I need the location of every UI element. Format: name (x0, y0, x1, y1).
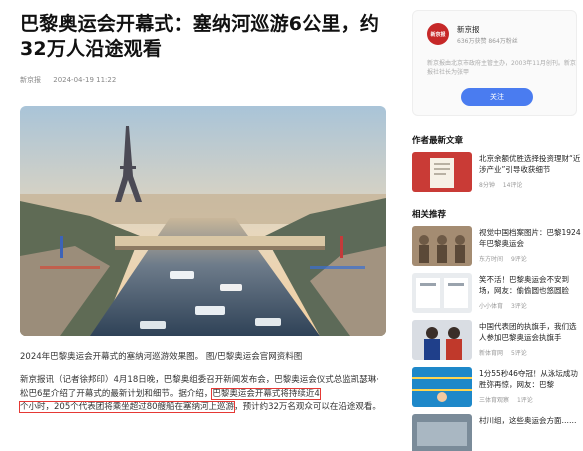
seine-parade-render (20, 106, 386, 336)
photo-thumbnail (412, 414, 472, 451)
follow-button[interactable]: 关注 (461, 88, 533, 106)
related-heading: 相关推荐 (412, 210, 447, 220)
article-meta: 新京报 2024-04-19 11:22 (20, 75, 126, 85)
related-source: 三体育观察 (479, 397, 510, 404)
article-title: 巴黎奥运会开幕式：塞纳河巡游6公里，约32万人沿途观看 (20, 13, 380, 60)
latest-article-item[interactable]: 北京余额优胜选择投资理财“近涉产业”引导收获细节 8分钟 14评论 (412, 152, 583, 192)
related-thumbnail (412, 273, 472, 313)
latest-article-comments: 14评论 (502, 182, 523, 189)
related-meta: 小小体育 3评论 (479, 301, 533, 310)
related-meta: 新体育网 5评论 (479, 348, 533, 357)
related-item[interactable]: 视觉中国档案图片：巴黎1924年巴黎奥运会 东方时间 9评论 (412, 226, 583, 266)
related-title[interactable]: 笑不活！巴黎奥运会不安到场，网友：偷偷圆也悠圆脸 (479, 274, 583, 296)
hero-image (20, 106, 386, 336)
related-title[interactable]: 中国代表团的执旗手，我们选人参加巴黎奥运会执旗手 (479, 321, 583, 343)
related-thumbnail (412, 226, 472, 266)
latest-article-meta: 8分钟 14评论 (479, 180, 528, 189)
article-date: 2024-04-19 11:22 (53, 76, 117, 84)
related-item[interactable]: 中国代表团的执旗手，我们选人参加巴黎奥运会执旗手 新体育网 5评论 (412, 320, 583, 360)
related-thumbnail (412, 367, 472, 407)
latest-articles-heading: 作者最新文章 (412, 136, 464, 146)
swimming-pool-thumbnail (412, 367, 472, 407)
related-thumbnail (412, 414, 472, 451)
related-thumbnail (412, 320, 472, 360)
screenshot-thumbnail (412, 273, 472, 313)
related-comments: 5评论 (510, 350, 527, 357)
related-source: 新体育网 (479, 350, 504, 357)
related-comments: 1评论 (516, 397, 533, 404)
para-text-before: 新京报讯（记者徐邦印）4月18日晚，巴黎奥组委召开新闻发布会，巴黎奥运会仪式总监… (20, 375, 379, 399)
athletes-thumbnail (412, 320, 472, 360)
related-title[interactable]: 村川组，这些奥运会方面…… (479, 415, 583, 437)
related-comments: 9评论 (510, 256, 527, 263)
author-name[interactable]: 新京报 (457, 24, 480, 35)
latest-article-title[interactable]: 北京余额优胜选择投资理财“近涉产业”引导收获细节 (479, 153, 583, 175)
related-source: 东方时间 (479, 256, 504, 263)
related-meta: 东方时间 9评论 (479, 254, 533, 263)
related-item[interactable]: 村川组，这些奥运会方面…… (412, 414, 583, 451)
article-paragraph: 新京报讯（记者徐邦印）4月18日晚，巴黎奥组委召开新闻发布会，巴黎奥运会仪式总监… (18, 374, 386, 415)
article-source[interactable]: 新京报 (20, 76, 41, 84)
related-item[interactable]: 笑不活！巴黎奥运会不安到场，网友：偷偷圆也悠圆脸 小小体育 3评论 (412, 273, 583, 313)
related-title[interactable]: 1分55秒46夺冠！从泳坛成功胜弥再惊，网友：巴黎 (479, 368, 583, 390)
para-text-after: ，预计约32万名观众可以在沿途观看。 (234, 402, 381, 412)
related-item[interactable]: 1分55秒46夺冠！从泳坛成功胜弥再惊，网友：巴黎 三体育观察 1评论 (412, 367, 583, 407)
highlight-box-2: 个小时，205个代表团将乘坐超过80艘船在塞纳河上巡游 (18, 401, 236, 413)
sepia-photo-thumbnail (412, 226, 472, 266)
related-title[interactable]: 视觉中国档案图片：巴黎1924年巴黎奥运会 (479, 227, 583, 249)
highlight-box-1: 巴黎奥运会开幕式将持续近4 (211, 387, 321, 400)
latest-article-thumbnail (412, 152, 472, 192)
image-caption: 2024年巴黎奥运会开幕式的塞纳河巡游效果图。 图/巴黎奥运会官网资料图 (20, 352, 303, 362)
author-card: 新京报 新京报 636万获赞 864万粉丝 新京报由北京市政府主管主办，2003… (412, 10, 577, 116)
avatar-text: 新京报 (430, 31, 446, 38)
related-source: 小小体育 (479, 303, 504, 310)
related-meta: 三体育观察 1评论 (479, 395, 539, 404)
latest-article-time: 8分钟 (479, 182, 495, 189)
document-thumbnail (412, 152, 472, 192)
related-comments: 3评论 (510, 303, 527, 310)
highlight-2-part-b: 205个代表团将乘坐超过80艘船在塞纳河上巡游 (54, 402, 235, 412)
author-description: 新京报由北京市政府主管主办，2003年11月创刊。新京报社社长为张甲 (427, 60, 576, 76)
author-stats: 636万获赞 864万粉丝 (457, 38, 518, 45)
highlight-2-part-a: 个小时， (20, 402, 55, 412)
newspaper-logo-icon[interactable]: 新京报 (427, 23, 449, 45)
